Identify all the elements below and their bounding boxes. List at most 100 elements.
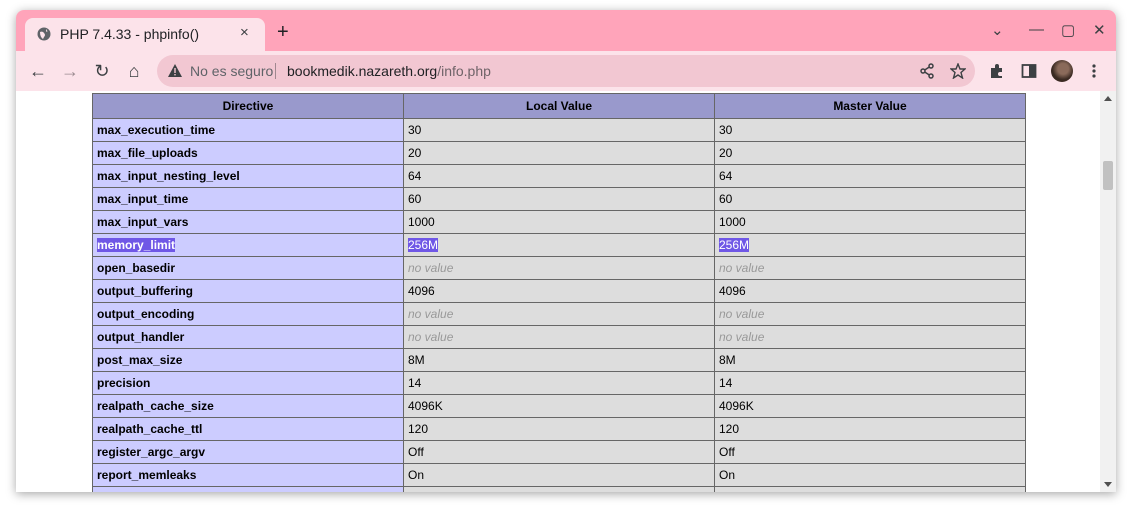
scroll-up-arrow-icon[interactable] xyxy=(1104,96,1112,101)
profile-avatar[interactable] xyxy=(1051,60,1073,82)
scrollbar-thumb[interactable] xyxy=(1103,161,1113,190)
table-row: post_max_size 8M 8M xyxy=(92,348,1026,372)
extensions-icon[interactable] xyxy=(989,63,1005,79)
master-value-cell: 30 xyxy=(714,118,1026,142)
close-tab-icon[interactable]: × xyxy=(240,24,249,41)
globe-icon xyxy=(37,27,51,41)
directive-cell: register_argc_argv xyxy=(92,440,404,464)
local-value-cell: no value xyxy=(403,325,715,349)
table-row: max_execution_time 30 30 xyxy=(92,118,1026,142)
table-row: realpath_cache_size 4096K 4096K xyxy=(92,394,1026,418)
directive-cell-text: register_argc_argv xyxy=(97,445,206,459)
tab-active[interactable]: PHP 7.4.33 - phpinfo() × xyxy=(25,18,265,51)
master-value-cell-text: 8M xyxy=(719,353,736,367)
table-row: max_input_nesting_level 64 64 xyxy=(92,164,1026,188)
home-button[interactable]: ⌂ xyxy=(122,59,146,83)
local-value-cell-text: 30 xyxy=(408,123,422,137)
directive-cell-text: realpath_cache_ttl xyxy=(97,422,203,436)
table-row: max_input_time 60 60 xyxy=(92,187,1026,211)
security-status[interactable]: No es seguro xyxy=(190,63,273,79)
maximize-icon[interactable]: ▢ xyxy=(1061,21,1075,39)
local-value-cell: 30 xyxy=(403,118,715,142)
address-bar[interactable]: No es seguro bookmedik.nazareth.org/info… xyxy=(157,55,975,87)
table-row: memory_limit 256M 256M xyxy=(92,233,1026,257)
master-value-cell-text: 14 xyxy=(719,376,733,390)
bookmark-star-icon[interactable] xyxy=(950,63,966,79)
column-header-local-value: Local Value xyxy=(403,93,715,119)
master-value-cell: 256M xyxy=(714,233,1026,257)
scroll-down-arrow-icon[interactable] xyxy=(1104,482,1112,487)
master-value-cell: 14 xyxy=(714,371,1026,395)
directive-cell-text: output_buffering xyxy=(97,284,193,298)
warning-icon xyxy=(168,64,182,77)
directive-cell: max_file_uploads xyxy=(92,141,404,165)
directive-cell: output_handler xyxy=(92,325,404,349)
local-value-cell: no value xyxy=(403,256,715,280)
table-row: report_memleaks On On xyxy=(92,463,1026,487)
vertical-scrollbar[interactable] xyxy=(1100,91,1116,492)
directive-cell-text: max_input_nesting_level xyxy=(97,169,240,183)
table-row: max_file_uploads 20 20 xyxy=(92,141,1026,165)
column-header-directive: Directive xyxy=(92,93,404,119)
master-value-cell-text: 4096 xyxy=(719,284,746,298)
local-value-cell-text: 4096 xyxy=(408,284,435,298)
local-value-cell: 14 xyxy=(403,371,715,395)
reload-button[interactable]: ↻ xyxy=(90,59,114,83)
local-value-cell-text: no value xyxy=(408,330,454,344)
side-panel-icon[interactable] xyxy=(1021,63,1037,79)
page-viewport: Directive Local Value Master Value max_e… xyxy=(16,91,1116,492)
local-value-cell: no value xyxy=(403,302,715,326)
table-row: output_encoding no value no value xyxy=(92,302,1026,326)
directive-cell: realpath_cache_size xyxy=(92,394,404,418)
local-value-cell-text: 256M xyxy=(408,238,439,252)
master-value-cell-text: 20 xyxy=(719,146,733,160)
directive-cell-text: open_basedir xyxy=(97,261,176,275)
directive-cell: max_input_time xyxy=(92,187,404,211)
master-value-cell-text: 120 xyxy=(719,422,740,436)
table-row: precision 14 14 xyxy=(92,371,1026,395)
forward-button[interactable]: → xyxy=(58,59,82,83)
master-value-cell: 20 xyxy=(714,141,1026,165)
local-value-cell-text: 14 xyxy=(408,376,422,390)
url-text[interactable]: bookmedik.nazareth.org/info.php xyxy=(287,63,491,79)
minimize-icon[interactable]: — xyxy=(1029,21,1044,38)
share-icon[interactable] xyxy=(919,63,935,79)
directive-cell: open_basedir xyxy=(92,256,404,280)
directive-cell xyxy=(92,486,404,492)
master-value-cell: no value xyxy=(714,302,1026,326)
back-button[interactable]: ← xyxy=(26,59,50,83)
local-value-cell-text: 64 xyxy=(408,169,422,183)
local-value-cell-text: 4096K xyxy=(408,399,443,413)
master-value-cell xyxy=(714,486,1026,492)
table-row: register_argc_argv Off Off xyxy=(92,440,1026,464)
local-value-cell: 4096K xyxy=(403,394,715,418)
table-row: realpath_cache_ttl 120 120 xyxy=(92,417,1026,441)
master-value-cell: 4096K xyxy=(714,394,1026,418)
table-row: max_input_vars 1000 1000 xyxy=(92,210,1026,234)
master-value-cell-text: Off xyxy=(719,445,735,459)
directive-cell-text: output_handler xyxy=(97,330,185,344)
table-row: output_buffering 4096 4096 xyxy=(92,279,1026,303)
tab-search-icon[interactable]: ⌄ xyxy=(991,21,1004,39)
master-value-cell-text: no value xyxy=(719,307,765,321)
close-window-icon[interactable]: ✕ xyxy=(1093,21,1106,39)
local-value-cell-text: Off xyxy=(408,445,424,459)
master-value-cell: no value xyxy=(714,325,1026,349)
local-value-cell-text: no value xyxy=(408,261,454,275)
directive-cell-text: memory_limit xyxy=(97,238,176,252)
directive-cell-text: max_input_vars xyxy=(97,215,189,229)
menu-kebab-icon[interactable] xyxy=(1091,63,1097,79)
master-value-cell-text: 1000 xyxy=(719,215,746,229)
table-row xyxy=(92,486,1026,492)
directive-cell: precision xyxy=(92,371,404,395)
tab-title: PHP 7.4.33 - phpinfo() xyxy=(60,26,200,42)
master-value-cell-text: 4096K xyxy=(719,399,754,413)
php-config-table: Directive Local Value Master Value max_e… xyxy=(92,93,1026,492)
omnibox-divider xyxy=(275,63,276,79)
url-host: bookmedik.nazareth.org xyxy=(287,63,438,79)
master-value-cell: 64 xyxy=(714,164,1026,188)
local-value-cell: 20 xyxy=(403,141,715,165)
new-tab-button[interactable]: + xyxy=(277,22,289,42)
directive-cell: max_input_vars xyxy=(92,210,404,234)
directive-cell: max_input_nesting_level xyxy=(92,164,404,188)
